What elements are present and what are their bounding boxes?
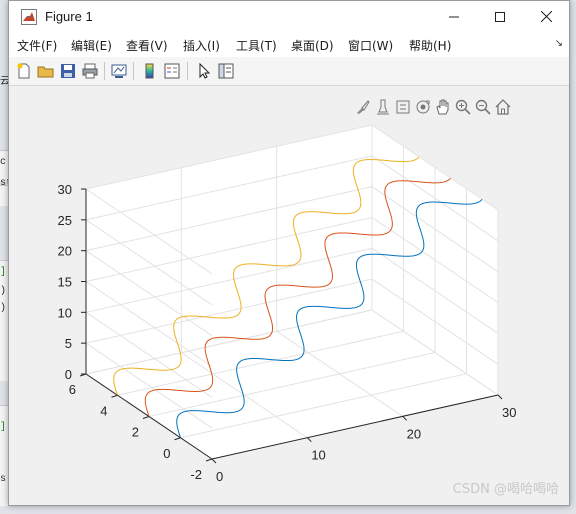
z-tick-label: 5 <box>65 336 72 351</box>
z-tick-label: 30 <box>58 182 72 197</box>
y-tick-label: -2 <box>190 467 202 482</box>
new-figure-icon[interactable] <box>15 62 33 80</box>
x-tick-label: 30 <box>502 405 516 420</box>
z-tick-label: 20 <box>58 244 72 259</box>
save-icon[interactable] <box>59 62 77 80</box>
background-text: c <box>0 157 7 168</box>
minimize-icon <box>449 16 459 17</box>
minimize-button[interactable] <box>431 1 477 32</box>
background-text: ] <box>0 422 7 433</box>
x-tick-label: 20 <box>407 426 421 441</box>
menu-edit[interactable]: 编辑(E) <box>71 37 112 54</box>
y-tick-mark <box>174 437 181 441</box>
link-plot-icon[interactable] <box>110 62 128 80</box>
pointer-icon[interactable] <box>195 62 213 80</box>
y-tick-mark <box>111 394 118 398</box>
legend-icon[interactable] <box>163 62 181 80</box>
background-text: ] <box>0 267 7 278</box>
z-tick-label: 15 <box>58 275 72 290</box>
x-tick-mark <box>306 437 312 443</box>
print-icon[interactable] <box>81 62 99 80</box>
y-tick-label: 0 <box>163 446 170 461</box>
x-tick-mark <box>211 458 217 464</box>
menu-desktop[interactable]: 桌面(D) <box>291 37 334 54</box>
title-bar: Figure 1 <box>9 1 569 32</box>
close-icon <box>540 11 552 22</box>
maximize-icon <box>495 11 505 22</box>
matlab-icon <box>21 9 37 25</box>
background-text: ) <box>0 303 7 314</box>
z-tick-label: 10 <box>58 305 72 320</box>
background-text: ) <box>0 286 7 297</box>
figure-canvas: 0 10 20 30 -2 0 2 4 6 0 5 10 15 20 25 30 <box>9 86 569 505</box>
toolbar-separator <box>104 62 105 80</box>
menu-tools[interactable]: 工具(T) <box>236 37 277 54</box>
menu-file[interactable]: 文件(F) <box>17 37 57 54</box>
menu-bar: 文件(F) 编辑(E) 查看(V) 插入(I) 工具(T) 桌面(D) 窗口(W… <box>9 32 569 57</box>
window-title: Figure 1 <box>45 9 93 24</box>
figure-window: Figure 1 文件(F) 编辑(E) 查看(V) 插入(I) 工具(T) 桌… <box>8 0 570 506</box>
z-tick-label: 25 <box>58 213 72 228</box>
menu-view[interactable]: 查看(V) <box>126 37 168 54</box>
plot-3d-axes[interactable]: 0102030-20246051015202530 <box>9 86 567 504</box>
menu-dock-arrow-icon[interactable]: ↘ <box>555 38 563 49</box>
figure-toolbar <box>9 57 569 86</box>
colorbar-icon[interactable] <box>141 62 159 80</box>
y-tick-mark <box>205 458 213 462</box>
open-folder-icon[interactable] <box>37 62 55 80</box>
z-tick-label: 0 <box>65 367 72 382</box>
toolbar-separator <box>133 62 134 80</box>
x-tick-mark <box>402 415 408 421</box>
watermark-text: CSDN @喝哈喝哈 <box>452 482 559 497</box>
y-tick-label: 4 <box>100 403 107 418</box>
y-tick-label: 2 <box>132 425 139 440</box>
property-inspector-icon[interactable] <box>217 62 235 80</box>
y-tick-mark <box>142 416 150 419</box>
y-tick-label: 6 <box>69 382 76 397</box>
close-button[interactable] <box>523 1 569 32</box>
menu-insert[interactable]: 插入(I) <box>183 37 220 54</box>
x-tick-mark <box>497 394 503 400</box>
x-tick-label: 0 <box>216 469 223 484</box>
menu-window[interactable]: 窗口(W) <box>348 37 393 54</box>
menu-help[interactable]: 帮助(H) <box>409 37 451 54</box>
maximize-button[interactable] <box>477 1 523 32</box>
toolbar-separator <box>187 62 188 80</box>
x-tick-label: 10 <box>311 448 325 463</box>
